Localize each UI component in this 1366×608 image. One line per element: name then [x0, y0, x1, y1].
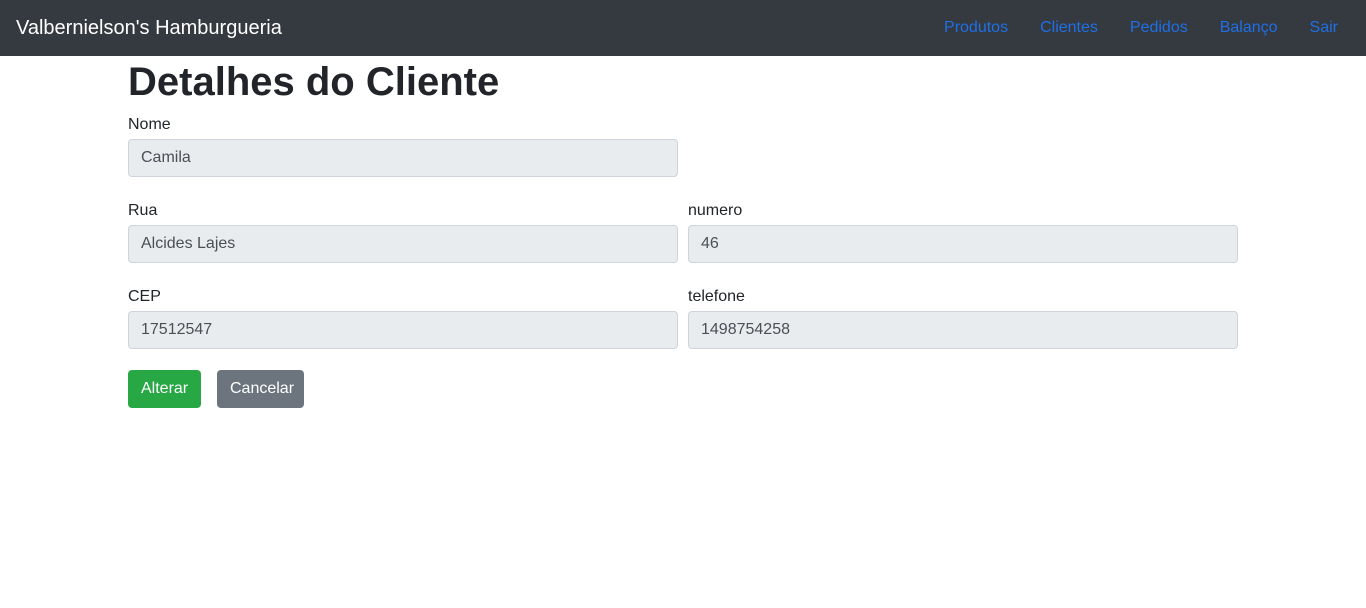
nav-link-balanco[interactable]: Balanço	[1220, 19, 1278, 37]
telefone-input[interactable]	[688, 311, 1238, 349]
nav-link-clientes[interactable]: Clientes	[1040, 19, 1098, 37]
nav-link-sair[interactable]: Sair	[1310, 19, 1338, 37]
field-telefone: telefone	[688, 287, 1238, 349]
nav-link-pedidos[interactable]: Pedidos	[1130, 19, 1188, 37]
cep-label: CEP	[128, 288, 161, 305]
brand-link[interactable]: Valbernielson's Hamburgueria	[16, 15, 282, 41]
numero-input[interactable]	[688, 225, 1238, 263]
cep-input[interactable]	[128, 311, 678, 349]
cancelar-button[interactable]: Cancelar	[217, 370, 304, 408]
nome-label: Nome	[128, 116, 171, 133]
numero-label: numero	[688, 202, 743, 219]
rua-input[interactable]	[128, 225, 678, 263]
page-title: Detalhes do Cliente	[128, 60, 500, 104]
field-numero: numero	[688, 201, 1238, 263]
field-rua: Rua	[128, 201, 678, 263]
nav-links: Produtos Clientes Pedidos Balanço Sair	[912, 0, 1338, 56]
rua-label: Rua	[128, 202, 158, 219]
alterar-button[interactable]: Alterar	[128, 370, 201, 408]
top-navbar: Valbernielson's Hamburgueria Produtos Cl…	[0, 0, 1366, 56]
field-nome: Nome	[128, 115, 678, 177]
nav-link-produtos[interactable]: Produtos	[944, 19, 1008, 37]
field-cep: CEP	[128, 287, 678, 349]
nome-input[interactable]	[128, 139, 678, 177]
telefone-label: telefone	[688, 288, 745, 305]
